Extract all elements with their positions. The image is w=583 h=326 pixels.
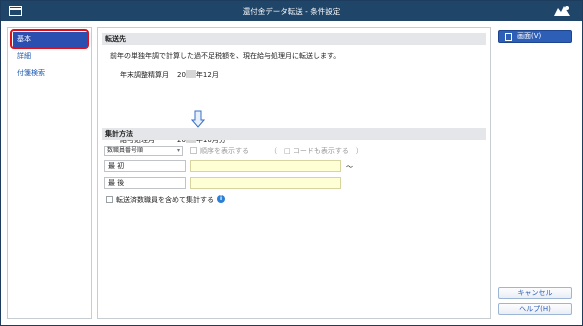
section-header-transfer: 転送先 [102, 33, 486, 45]
show-code-label: （ □ コードも表示する ） [270, 147, 363, 155]
year-end-label: 年末調整精算月 [120, 71, 169, 79]
year-end-value: 20 年12月 [177, 70, 219, 79]
last-label: 最 後 [104, 177, 186, 189]
include-transferred-checkbox[interactable] [106, 196, 113, 203]
sidebar-item-detail[interactable]: 詳細 [13, 49, 88, 64]
show-order-checkbox[interactable] [190, 147, 197, 154]
chevron-down-icon: ▾ [176, 147, 180, 154]
first-input[interactable] [190, 160, 341, 172]
screen-button-label: 画面(V) [517, 32, 542, 40]
section-header-aggregation: 集計方法 [102, 128, 486, 140]
range-separator: ～ [346, 163, 353, 171]
screen-icon [505, 33, 512, 41]
down-arrow-icon [191, 110, 205, 128]
transfer-description: 前年の単独年調で計算した過不足税額を、現在給与処理月に転送します。 [110, 52, 341, 60]
sidebar: 基本 詳細 付箋検索 [7, 27, 92, 319]
screen-button[interactable]: 画面(V) [498, 30, 572, 43]
sort-order-value: 数職員番号順 [107, 147, 144, 154]
show-order-label: 順序を表示する [200, 147, 249, 155]
dialog-window: 還付金データ転送 - 条件設定 基本 詳細 付箋検索 転送先 前年の単独年調で計… [0, 0, 583, 326]
masked-year [185, 70, 196, 78]
last-input[interactable] [190, 177, 341, 189]
sort-order-select[interactable]: 数職員番号順 ▾ [104, 146, 183, 156]
first-label: 最 初 [104, 160, 186, 172]
title-bar: 還付金データ転送 - 条件設定 [1, 1, 582, 21]
include-transferred-label: 転送済数職員を含めて集計する [116, 196, 214, 204]
window-title: 還付金データ転送 - 条件設定 [242, 7, 341, 16]
sidebar-item-basic[interactable]: 基本 [13, 32, 88, 47]
cancel-button[interactable]: キャンセル [498, 287, 572, 299]
app-logo-icon [554, 6, 570, 16]
info-icon[interactable]: i [217, 195, 225, 203]
sidebar-item-sticky-search[interactable]: 付箋検索 [13, 66, 88, 81]
main-panel: 転送先 前年の単独年調で計算した過不足税額を、現在給与処理月に転送します。 年末… [97, 27, 491, 319]
help-button[interactable]: ヘルプ(H) [498, 303, 572, 315]
